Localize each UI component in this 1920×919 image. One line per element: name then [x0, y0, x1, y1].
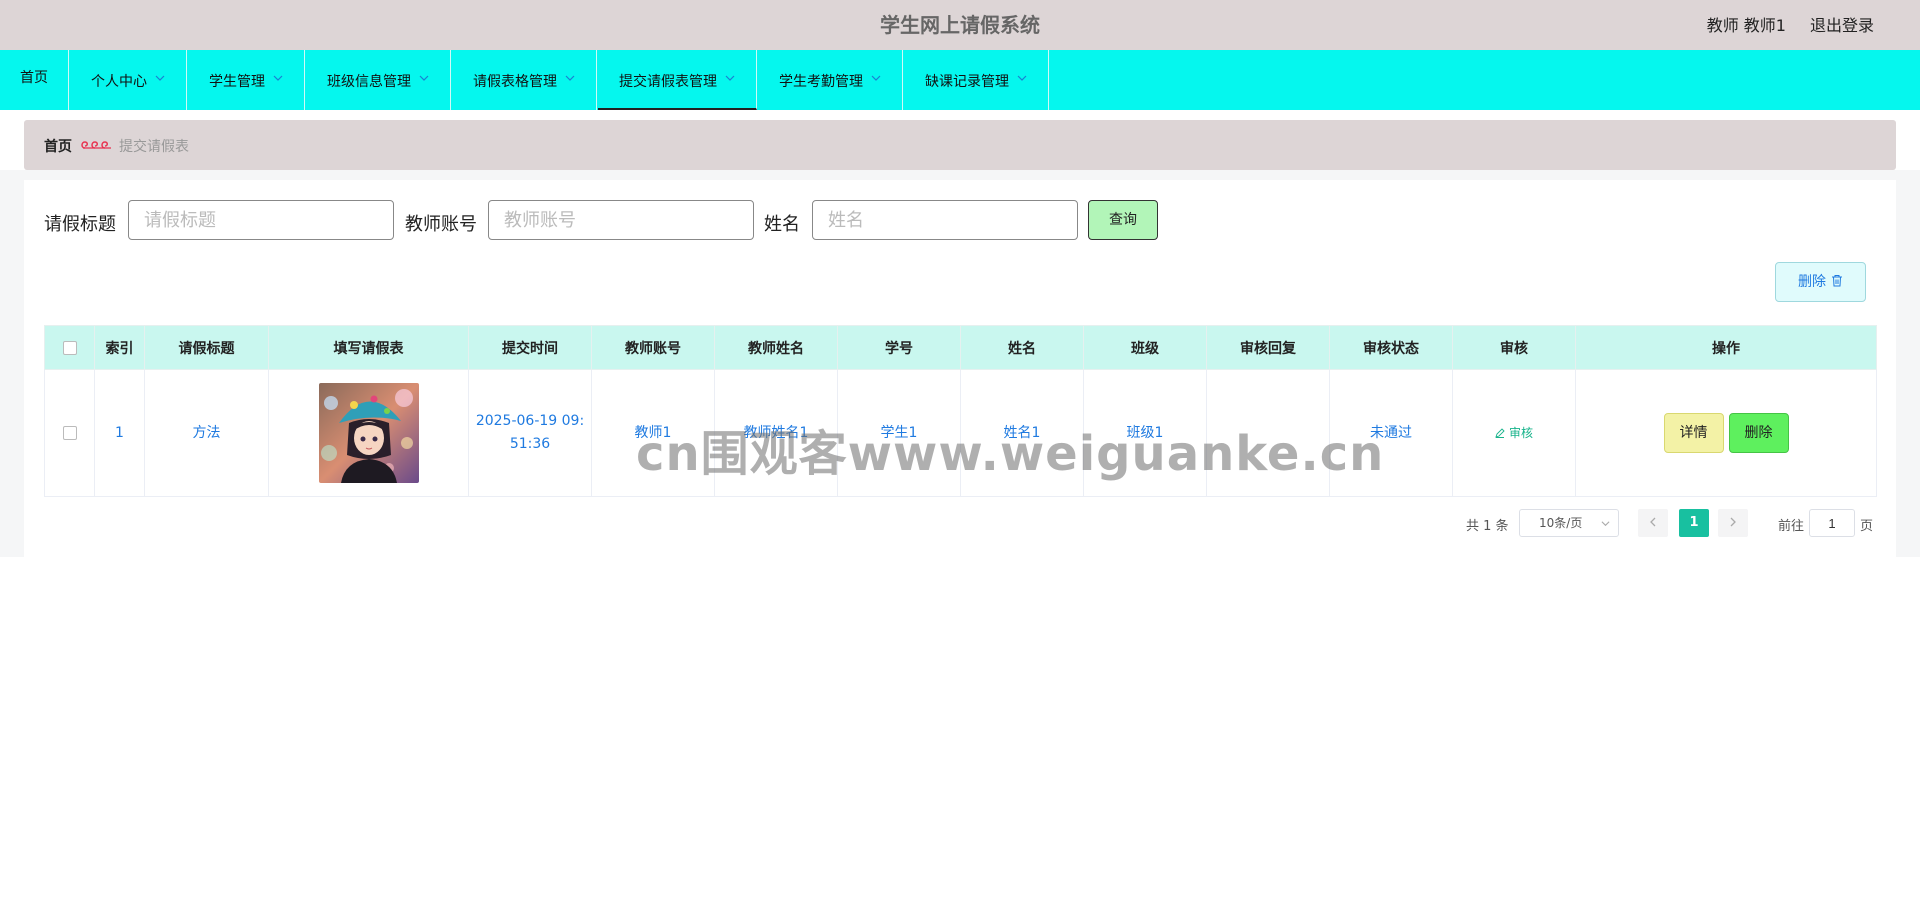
nav-item-label: 班级信息管理: [327, 74, 411, 90]
page-number-current[interactable]: 1: [1679, 509, 1709, 537]
next-page-button[interactable]: [1718, 509, 1748, 537]
query-button[interactable]: 查询: [1088, 200, 1158, 240]
nav-item-label: 缺课记录管理: [925, 74, 1009, 90]
nav-item-label: 个人中心: [91, 74, 147, 90]
anime-girl-thumbnail-icon: [318, 383, 419, 483]
teacher-account-cell: 教师1: [591, 369, 715, 497]
row-checkbox[interactable]: [62, 425, 77, 440]
column-header: 审核回复: [1206, 325, 1330, 370]
breadcrumb-home[interactable]: 首页: [44, 136, 72, 156]
chevron-right-icon: [1730, 517, 1736, 527]
index-cell: 1: [94, 369, 145, 497]
nav-item-attendance-management[interactable]: 学生考勤管理: [758, 50, 903, 110]
title-cell: 方法: [144, 369, 269, 497]
page-size-value: 10条/页: [1539, 516, 1583, 530]
breadcrumb-separator-icon: [81, 141, 111, 149]
nav-item-home[interactable]: 首页: [0, 50, 69, 110]
table-row: 1 方法 2025-06-19 09: 51:36 教师1 教师姓名1 学生1 …: [44, 369, 1877, 497]
chevron-down-icon: [1017, 75, 1027, 81]
column-header: 教师姓名: [714, 325, 838, 370]
page-background: [24, 170, 1896, 180]
class-cell: 班级1: [1083, 369, 1207, 497]
nav-item-student-management[interactable]: 学生管理: [188, 50, 305, 110]
pagination-total: 共 1 条: [1466, 519, 1509, 534]
breadcrumb-current: 提交请假表: [119, 139, 189, 155]
chevron-down-icon: [725, 75, 735, 81]
nav-item-label: 学生考勤管理: [779, 74, 863, 90]
submit-time-date: 2025-06-19 09:: [475, 413, 585, 429]
goto-page-input[interactable]: [1809, 509, 1855, 537]
name-label: 姓名: [764, 214, 800, 235]
audit-link[interactable]: 审核: [1495, 426, 1533, 440]
chevron-down-icon: [1601, 521, 1610, 527]
column-header: 操作: [1575, 325, 1877, 370]
table-header-row: 索引 请假标题 填写请假表 提交时间 教师账号 教师姓名 学号 姓名 班级 审核…: [44, 325, 1877, 370]
leave-form-image[interactable]: [318, 383, 419, 483]
page-background: [0, 170, 24, 557]
column-header: 索引: [94, 325, 145, 370]
column-header: 提交时间: [468, 325, 592, 370]
edit-icon: [1495, 427, 1505, 438]
select-all-cell: [44, 325, 95, 370]
teacher-account-input[interactable]: [488, 200, 754, 240]
nav-item-label: 首页: [20, 70, 48, 86]
submit-time-clock: 51:36: [509, 436, 551, 452]
prev-page-button[interactable]: [1638, 509, 1668, 537]
current-user: 教师 教师1: [1706, 16, 1786, 35]
name-cell: 姓名1: [960, 369, 1084, 497]
column-header: 审核状态: [1329, 325, 1453, 370]
page-background: [1896, 170, 1920, 557]
status-cell: 未通过: [1329, 369, 1453, 497]
row-select-cell: [44, 369, 95, 497]
nav-item-label: 提交请假表管理: [619, 74, 717, 90]
student-no-cell: 学生1: [837, 369, 961, 497]
leave-title-input[interactable]: [128, 200, 394, 240]
top-header: 学生网上请假系统 教师 教师1 退出登录: [0, 0, 1920, 50]
leave-title-label: 请假标题: [44, 214, 116, 235]
chevron-down-icon: [565, 75, 575, 81]
nav-item-leave-form-management[interactable]: 请假表格管理: [452, 50, 597, 110]
goto-label: 前往: [1778, 519, 1805, 534]
select-all-checkbox[interactable]: [62, 340, 77, 355]
detail-button[interactable]: 详情: [1663, 413, 1724, 453]
chevron-down-icon: [871, 75, 881, 81]
nav-item-personal-center[interactable]: 个人中心: [70, 50, 187, 110]
chevron-down-icon: [273, 75, 283, 81]
column-header: 班级: [1083, 325, 1207, 370]
submit-time-cell: 2025-06-19 09: 51:36: [468, 369, 592, 497]
nav-item-class-info-management[interactable]: 班级信息管理: [306, 50, 451, 110]
column-header: 审核: [1452, 325, 1576, 370]
teacher-account-label: 教师账号: [405, 214, 477, 235]
batch-delete-button[interactable]: 删除: [1775, 262, 1866, 302]
trash-icon: [1832, 275, 1842, 287]
nav-item-absence-record-management[interactable]: 缺课记录管理: [904, 50, 1049, 110]
teacher-name-cell: 教师姓名1: [714, 369, 838, 497]
app-title: 学生网上请假系统: [880, 13, 1040, 37]
chevron-down-icon: [155, 75, 165, 81]
column-header: 请假标题: [144, 325, 269, 370]
column-header: 填写请假表: [268, 325, 469, 370]
actions-cell: 详情 删除: [1575, 369, 1877, 497]
row-delete-button[interactable]: 删除: [1728, 413, 1789, 453]
name-input[interactable]: [812, 200, 1078, 240]
column-header: 姓名: [960, 325, 1084, 370]
leave-table: 索引 请假标题 填写请假表 提交时间 教师账号 教师姓名 学号 姓名 班级 审核…: [44, 325, 1877, 497]
main-nav: 首页 个人中心 学生管理 班级信息管理 请假表格管理 提交请假表管理 学生考勤管…: [0, 50, 1920, 110]
column-header: 教师账号: [591, 325, 715, 370]
page-size-select[interactable]: 10条/页: [1519, 509, 1619, 537]
form-image-cell: [268, 369, 469, 497]
nav-item-submitted-leave-management[interactable]: 提交请假表管理: [598, 50, 757, 110]
nav-item-label: 请假表格管理: [473, 74, 557, 90]
chevron-down-icon: [419, 75, 429, 81]
column-header: 学号: [837, 325, 961, 370]
reply-cell: [1206, 369, 1330, 497]
chevron-left-icon: [1650, 517, 1656, 527]
page-unit-label: 页: [1860, 519, 1874, 534]
breadcrumb: 首页 提交请假表: [24, 120, 1896, 170]
audit-label: 审核: [1508, 425, 1533, 440]
logout-link[interactable]: 退出登录: [1810, 0, 1874, 52]
nav-item-label: 学生管理: [209, 74, 265, 90]
batch-delete-label: 删除: [1798, 274, 1826, 290]
audit-cell: 审核: [1452, 369, 1576, 497]
